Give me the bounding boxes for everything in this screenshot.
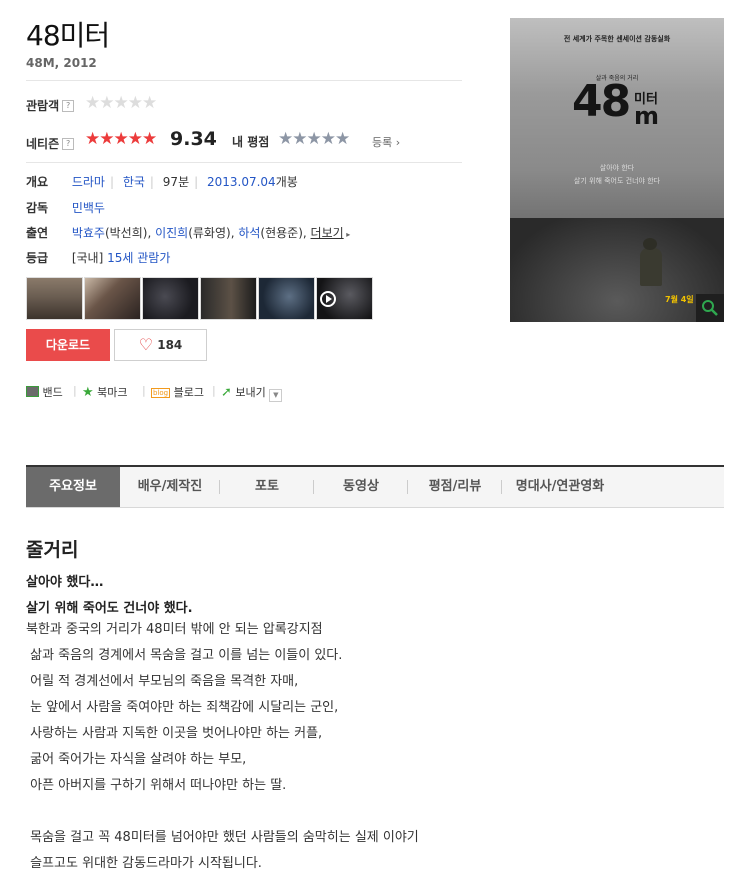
play-icon [320,291,336,307]
runtime: 97분 [162,175,190,189]
register-link[interactable]: 등록 › [372,134,400,150]
help-icon[interactable]: ? [62,99,75,112]
audience-stars: ★★★★★ [85,93,157,113]
share-band[interactable]: 밴드 [26,384,63,400]
release-date-link[interactable]: 2013.07.04 [207,175,276,189]
netizen-rating: 네티즌? [26,133,75,152]
blog-label: 블로그 [173,386,204,399]
tab-reviews[interactable]: 평점/리뷰 [408,467,502,507]
plot-tagline: 살기 위해 죽어도 건너야 했다. [26,601,193,616]
tab-photo[interactable]: 포토 [220,467,314,507]
like-button[interactable]: ♡ 184 [114,329,207,361]
grade-row: 등급 [국내] 15세 관람가 [26,249,170,266]
audience-rating: 관람객? [26,95,75,114]
send-label: 보내기 [235,386,266,399]
country-link[interactable]: 한국 [123,175,145,189]
netizen-score: 9.34 [170,128,217,150]
poster-soldier-head [643,238,657,250]
download-button[interactable]: 다운로드 [26,329,110,361]
cast-link[interactable]: 하석 [238,226,260,240]
poster-title-number: 48 [572,76,631,127]
tab-label: 평점/리뷰 [428,479,482,494]
cast-role: (박선희) [104,226,148,240]
content-tabs: 주요정보 배우/제작진 포토 동영상 평점/리뷰 명대사/연관영화 [26,465,724,508]
band-label: 밴드 [42,386,63,399]
register-label: 등록 [372,136,393,149]
caret-right-icon: ▸ [343,230,351,239]
share-blog[interactable]: blog 블로그 [151,384,204,400]
help-icon[interactable]: ? [62,137,75,150]
divider: | [73,384,77,397]
blog-icon: blog [151,388,171,398]
bookmark-label: 북마크 [97,386,128,399]
grade-link[interactable]: 15세 관람가 [107,251,170,265]
tab-label: 포토 [255,479,279,494]
genre-link[interactable]: 드라마 [72,175,105,189]
movie-subtitle: 48M, 2012 [26,56,97,70]
chevron-right-icon: › [392,136,401,149]
poster-center-text: 살기 위해 죽어도 건너야 한다 [573,177,661,185]
netizen-stars: ★★★★★ [85,129,157,149]
still-thumbnail[interactable] [258,277,315,320]
tab-label: 동영상 [343,479,379,494]
release-suffix: 개봉 [275,175,298,189]
chevron-down-icon[interactable]: ▼ [269,389,283,402]
share-send[interactable]: ➚ 보내기 ▼ [221,384,283,402]
heart-icon: ♡ [138,335,154,354]
still-thumbnail[interactable] [200,277,257,320]
tab-main-info[interactable]: 주요정보 [26,467,120,507]
poster-soldier-figure [640,248,662,286]
still-thumbnail[interactable] [142,277,199,320]
my-rating-stars[interactable]: ★★★★★ [278,131,350,148]
overview-row: 개요 드라마 | 한국 | 97분 | 2013.07.04개봉 [26,175,298,189]
star-icon: ★ [82,385,94,400]
zoom-button[interactable] [696,294,724,322]
netizen-label: 네티즌 [26,137,60,151]
still-thumbnail[interactable] [84,277,141,320]
more-cast-link[interactable]: 더보기 [311,226,344,240]
like-count: 184 [157,338,183,352]
cast-role: (현용준) [260,226,303,240]
poster-center-text: 살아야 한다 [599,164,635,172]
grade-region: [국내] [71,251,104,265]
search-icon [702,300,718,316]
video-thumbnail[interactable] [316,277,373,320]
cast-link[interactable]: 박효주 [72,226,105,240]
divider [26,80,462,81]
cast-role: (류화영) [188,226,231,240]
still-thumbnail[interactable] [26,277,83,320]
poster-title-m: m [634,102,660,130]
plot-body: 북한과 중국의 거리가 48미터 밖에 안 되는 압록강지점 삶과 죽음의 경계… [26,622,419,871]
cast-label: 출연 [26,226,49,240]
tab-video[interactable]: 동영상 [314,467,408,507]
poster-ground [510,218,724,322]
director-label: 감독 [26,201,49,215]
director-row: 감독 민백두 [26,199,105,216]
tab-label: 배우/제작진 [137,479,203,494]
grade-label: 등급 [26,251,49,265]
divider: | [142,384,146,397]
tab-quotes-related[interactable]: 명대사/연관영화 [502,467,618,507]
movie-poster[interactable]: 전 세계가 주목한 센세이션 감동실화 살과 죽음의 거리 48 미터 m 살아… [510,18,724,322]
plot-tagline: 살아야 했다… [26,575,104,590]
poster-date: 7월 4일 [665,295,694,304]
send-icon: ➚ [221,385,232,400]
my-rating-label: 내 평점 [232,135,270,149]
cast-link[interactable]: 이진희 [155,226,188,240]
plot-heading: 줄거리 [26,539,79,561]
poster-top-line: 전 세계가 주목한 센세이션 감동실화 [563,35,671,43]
divider: | [212,384,216,397]
movie-title: 48미터 [26,19,110,52]
cast-row: 출연 박효주(박선희), 이진희(류화영), 하석(현용준), 더보기 ▸ [26,226,351,240]
share-bookmark[interactable]: ★ 북마크 [82,384,128,400]
divider [26,162,462,163]
tab-cast-crew[interactable]: 배우/제작진 [120,467,220,507]
audience-label: 관람객 [26,99,60,113]
band-icon [26,386,39,397]
director-link[interactable]: 민백두 [72,201,105,215]
overview-label: 개요 [26,175,49,189]
tab-label: 명대사/연관영화 [515,479,605,494]
